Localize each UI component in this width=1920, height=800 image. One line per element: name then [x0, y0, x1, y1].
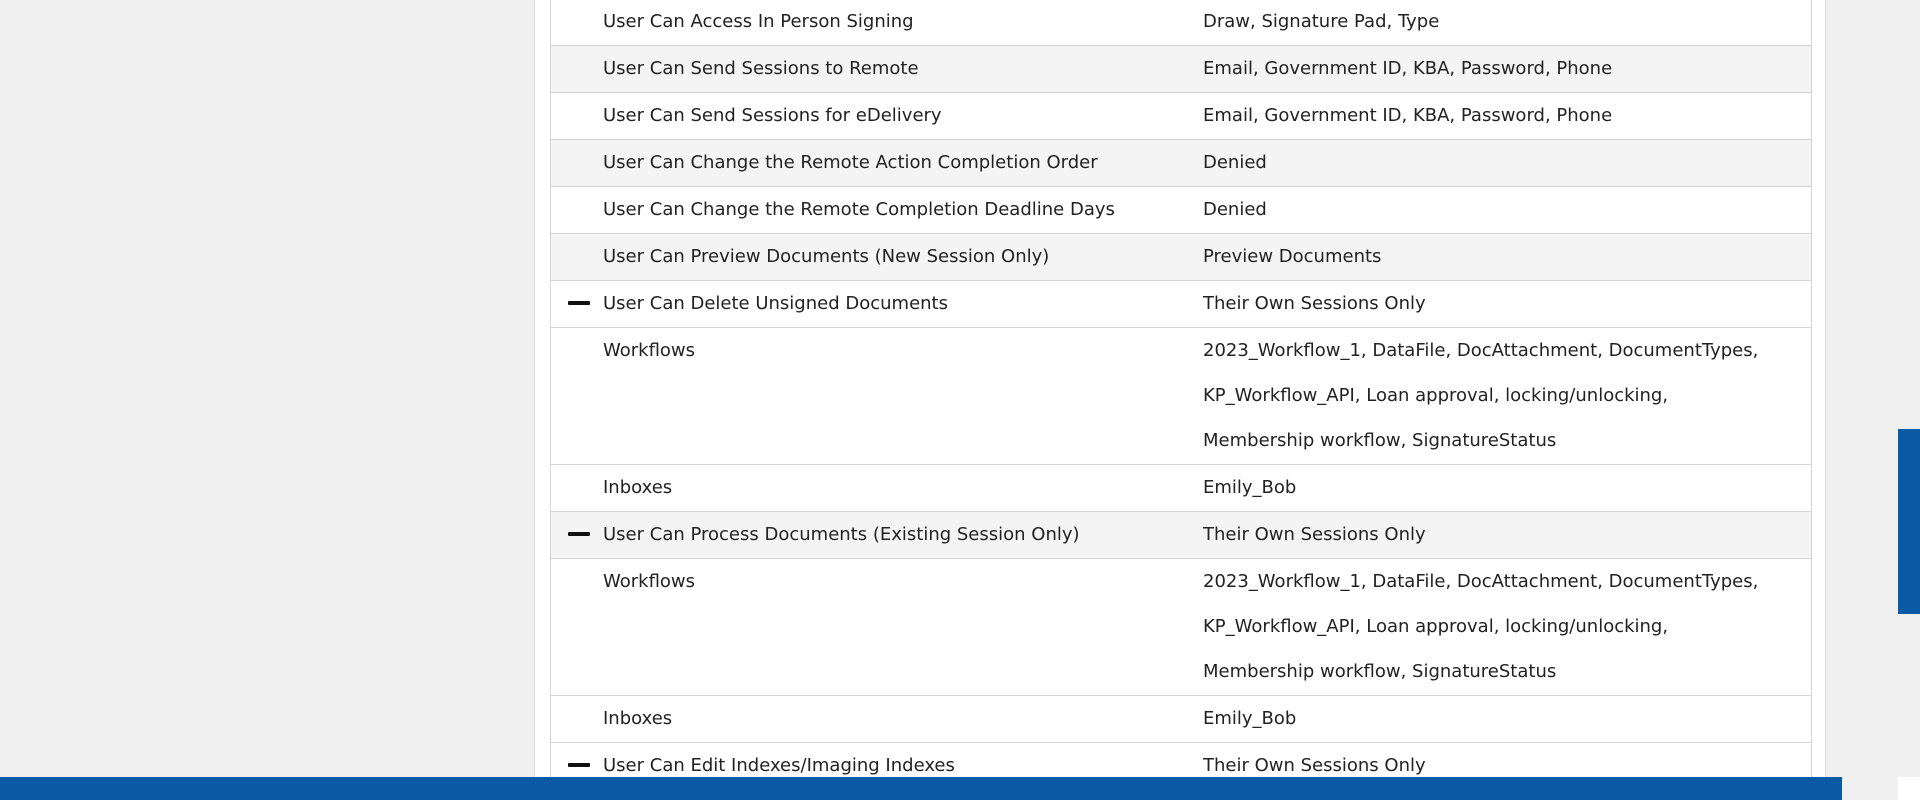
permission-value: Email, Government ID, KBA, Password, Pho…: [1203, 58, 1613, 79]
permission-value: Draw, Signature Pad, Type: [1203, 11, 1440, 32]
table-row: Workflows 2023_Workflow_1, DataFile, Doc…: [551, 328, 1811, 465]
bottom-corner: [1898, 777, 1920, 800]
table-row: User Can Send Sessions for eDelivery Ema…: [551, 93, 1811, 140]
permission-value: Email, Government ID, KBA, Password, Pho…: [1203, 105, 1613, 126]
permission-value: Emily_Bob: [1203, 477, 1297, 498]
table-row: User Can Access In Person Signing Draw, …: [551, 0, 1811, 46]
permissions-panel: User Can Access In Person Signing Draw, …: [534, 0, 1826, 800]
permission-value: Their Own Sessions Only: [1203, 293, 1426, 314]
permission-label: User Can Delete Unsigned Documents: [603, 293, 948, 314]
minus-icon[interactable]: [568, 301, 590, 305]
table-row: Inboxes Emily_Bob: [551, 696, 1811, 743]
table-row: User Can Change the Remote Completion De…: [551, 187, 1811, 234]
table-row: User Can Preview Documents (New Session …: [551, 234, 1811, 281]
table-row: Inboxes Emily_Bob: [551, 465, 1811, 512]
permission-label: User Can Change the Remote Action Comple…: [603, 152, 1098, 173]
table-row-expandable: User Can Delete Unsigned Documents Their…: [551, 281, 1811, 328]
permission-value: Denied: [1203, 199, 1267, 220]
permission-label: Inboxes: [603, 477, 673, 498]
table-row-expandable: User Can Process Documents (Existing Ses…: [551, 512, 1811, 559]
side-tab[interactable]: [1898, 429, 1920, 614]
permission-label: Workflows: [603, 340, 696, 361]
minus-icon[interactable]: [568, 763, 590, 767]
permission-value: 2023_Workflow_1, DataFile, DocAttachment…: [1203, 571, 1759, 682]
permission-value: 2023_Workflow_1, DataFile, DocAttachment…: [1203, 340, 1759, 451]
permission-label: User Can Preview Documents (New Session …: [603, 246, 1050, 267]
permission-label: User Can Change the Remote Completion De…: [603, 199, 1115, 220]
table-row: Workflows 2023_Workflow_1, DataFile, Doc…: [551, 559, 1811, 696]
permission-label: Workflows: [603, 571, 696, 592]
table-row: User Can Change the Remote Action Comple…: [551, 140, 1811, 187]
permission-label: User Can Send Sessions to Remote: [603, 58, 919, 79]
permission-label: User Can Process Documents (Existing Ses…: [603, 524, 1080, 545]
bottom-bar: [0, 777, 1842, 800]
permission-value: Emily_Bob: [1203, 708, 1297, 729]
table-row: User Can Send Sessions to Remote Email, …: [551, 46, 1811, 93]
permission-value: Their Own Sessions Only: [1203, 524, 1426, 545]
permission-value: Preview Documents: [1203, 246, 1382, 267]
minus-icon[interactable]: [568, 532, 590, 536]
permission-label: User Can Send Sessions for eDelivery: [603, 105, 942, 126]
permissions-table: User Can Access In Person Signing Draw, …: [550, 0, 1812, 790]
bottom-bar-gap: [1842, 777, 1898, 800]
permission-label: Inboxes: [603, 708, 673, 729]
permission-value: Denied: [1203, 152, 1267, 173]
permission-label: User Can Access In Person Signing: [603, 11, 914, 32]
